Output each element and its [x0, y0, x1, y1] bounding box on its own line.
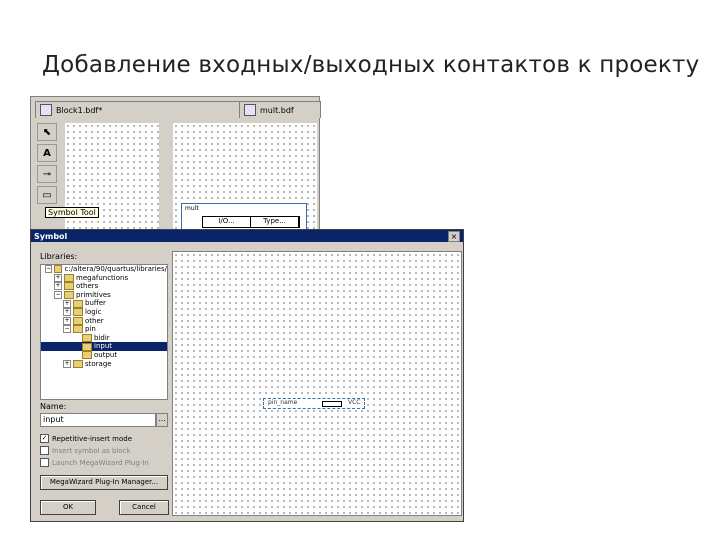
- pin-name-text: pin_name: [268, 399, 298, 406]
- libraries-label: Libraries:: [40, 252, 78, 261]
- tree-item-label: logic: [85, 307, 102, 316]
- slide-title: Добавление входных/выходных контактов к …: [42, 52, 700, 78]
- tree-item[interactable]: − primitives: [41, 291, 167, 300]
- folder-icon: [73, 325, 83, 334]
- tree-item[interactable]: + megafunctions: [41, 274, 167, 283]
- tree-item-label: other: [85, 316, 104, 325]
- tree-item[interactable]: + buffer: [41, 299, 167, 308]
- expander-icon[interactable]: +: [63, 359, 71, 368]
- tab-label: mult.bdf: [260, 105, 294, 115]
- ok-button[interactable]: OK: [40, 500, 96, 515]
- symbol-icon[interactable]: ⊸: [37, 165, 57, 183]
- tree-item-label: megafunctions: [76, 273, 129, 282]
- pin-default-value: VCC: [348, 399, 361, 406]
- tree-item-label: bidir: [94, 333, 110, 342]
- checkbox-label: Insert symbol as block: [52, 446, 131, 455]
- library-tree-list: − c:/altera/90/quartus/libraries/+ megafun…: [41, 265, 167, 368]
- browse-button[interactable]: ...: [156, 413, 168, 427]
- symbol-preview-canvas: pin_name VCC: [172, 251, 462, 516]
- tab-mult[interactable]: mult.bdf: [239, 101, 321, 118]
- expander-icon[interactable]: +: [63, 299, 71, 308]
- tree-item[interactable]: − c:/altera/90/quartus/libraries/: [41, 265, 167, 274]
- checkbox-box[interactable]: [40, 446, 49, 455]
- megawizard-button[interactable]: MegaWizard Plug-In Manager...: [40, 475, 168, 490]
- pin-table-name: mult: [185, 205, 199, 212]
- dialog-title: Symbol: [34, 231, 68, 241]
- input-pin-symbol: pin_name VCC: [263, 398, 365, 409]
- cancel-button[interactable]: Cancel: [119, 500, 169, 515]
- expander-icon[interactable]: +: [54, 282, 62, 291]
- expander-icon[interactable]: −: [54, 291, 62, 300]
- name-input[interactable]: input: [40, 413, 156, 427]
- folder-icon: [82, 351, 92, 360]
- close-icon[interactable]: ×: [448, 231, 460, 242]
- tree-item-label: primitives: [76, 290, 111, 299]
- symbol-tool-tooltip: Symbol Tool: [45, 207, 99, 218]
- block-diagram-icon: [244, 104, 256, 116]
- tree-item[interactable]: − pin: [41, 325, 167, 334]
- tree-item-label: input: [94, 342, 113, 351]
- expander-icon[interactable]: +: [54, 273, 62, 282]
- tree-item-label: c:/altera/90/quartus/libraries/: [64, 265, 167, 273]
- name-label: Name:: [40, 402, 67, 411]
- expander-icon[interactable]: +: [63, 308, 71, 317]
- tree-item[interactable]: input: [41, 342, 167, 351]
- tree-item[interactable]: + logic: [41, 308, 167, 317]
- expander-icon[interactable]: +: [63, 316, 71, 325]
- expander-icon[interactable]: −: [45, 265, 53, 274]
- pin-body-shape: [322, 401, 342, 407]
- tree-item-label: storage: [85, 359, 112, 368]
- pin-table-header: I/O... Type...: [202, 216, 300, 228]
- pin-icon[interactable]: ▭: [37, 186, 57, 204]
- folder-icon: [64, 291, 74, 300]
- block-diagram-icon: [40, 104, 52, 116]
- select-icon[interactable]: ⬉: [37, 123, 57, 141]
- checkbox-label: Repetitive-insert mode: [52, 434, 132, 443]
- folder-icon: [64, 273, 74, 282]
- tree-item[interactable]: output: [41, 351, 167, 360]
- repetitive-insert-checkbox[interactable]: ✓ Repetitive-insert mode: [40, 434, 132, 443]
- vertical-toolbar: ⬉ A ⊸ ▭: [37, 123, 57, 204]
- folder-icon: [64, 282, 74, 291]
- checkbox-label: Launch MegaWizard Plug-In: [52, 458, 149, 467]
- insert-as-block-checkbox[interactable]: Insert symbol as block: [40, 446, 131, 455]
- folder-icon: [73, 359, 83, 368]
- launch-megawizard-checkbox[interactable]: Launch MegaWizard Plug-In: [40, 458, 149, 467]
- column-header: I/O...: [203, 217, 251, 227]
- tree-item[interactable]: + storage: [41, 360, 167, 369]
- tree-item[interactable]: + others: [41, 282, 167, 291]
- tree-item-label: output: [94, 350, 118, 359]
- tab-label: Block1.bdf*: [56, 105, 103, 115]
- folder-icon: [82, 342, 92, 351]
- tree-item-label: buffer: [85, 299, 106, 308]
- tab-block1[interactable]: Block1.bdf*: [35, 101, 241, 118]
- expander-icon[interactable]: −: [63, 325, 71, 334]
- dialog-titlebar: Symbol: [31, 230, 463, 242]
- tree-item-label: others: [76, 282, 99, 291]
- folder-icon: [73, 308, 83, 317]
- checkbox-box[interactable]: ✓: [40, 434, 49, 443]
- block-editor-window: Block1.bdf* mult.bdf ⬉ A ⊸ ▭ mult I/O...…: [30, 96, 321, 238]
- tree-item-label: pin: [85, 325, 96, 334]
- tree-item[interactable]: + other: [41, 317, 167, 326]
- library-tree[interactable]: − c:/altera/90/quartus/libraries/+ megafun…: [40, 264, 168, 400]
- text-icon[interactable]: A: [37, 144, 57, 162]
- folder-icon: [82, 334, 92, 343]
- tree-item[interactable]: bidir: [41, 334, 167, 343]
- symbol-dialog: Symbol × Libraries: − c:/altera/90/quartu…: [30, 229, 464, 522]
- folder-icon: [54, 265, 63, 274]
- checkbox-box[interactable]: [40, 458, 49, 467]
- column-header: Type...: [251, 217, 299, 227]
- folder-icon: [73, 316, 83, 325]
- folder-icon: [73, 299, 83, 308]
